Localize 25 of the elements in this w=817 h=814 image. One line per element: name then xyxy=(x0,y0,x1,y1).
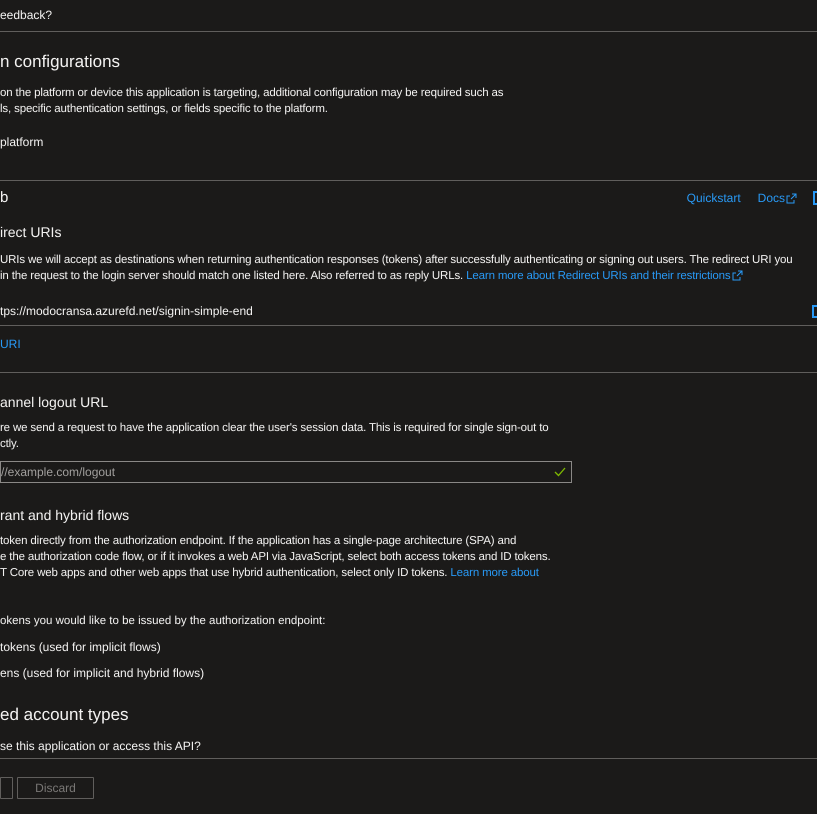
quickstart-link[interactable]: Quickstart xyxy=(686,190,741,206)
subsection-title: irect URIs xyxy=(0,224,62,240)
external-link-icon xyxy=(732,270,742,282)
docs-link[interactable]: Docs xyxy=(758,190,797,206)
add-platform-button[interactable]: platform xyxy=(0,134,44,150)
redirect-uri-text: tps://modocransa.azurefd.net/signin-simple-end xyxy=(0,303,254,319)
section-title: n configurations xyxy=(0,51,122,73)
logout-url-field[interactable]: //example.com/logout xyxy=(0,461,572,483)
description-text: re we send a request to have the application clear the user's session data. This is required for single sign-out to ctly. xyxy=(0,421,549,452)
platform-title: b xyxy=(0,190,8,206)
token-option-label[interactable]: ens (used for implicit and hybrid flows) xyxy=(0,665,204,681)
question-text: se this application or access this API? xyxy=(0,738,202,754)
add-uri-link[interactable]: URI xyxy=(0,336,21,352)
learn-more-link[interactable]: Learn more about xyxy=(450,567,539,579)
prompt-text: okens you would like to be issued by the authorization endpoint: xyxy=(0,614,326,629)
description-text: token directly from the authorization endpoint. If the application has a single-page architecture (SPA) and e the authorization code flow, or if it invokes a web API via JavaScript, select both access tokens and ID tokens. T Core web apps and other web apps that use hybrid authentication, select only ID tokens. Learn more about xyxy=(0,534,551,581)
external-link-icon xyxy=(786,192,797,204)
description-text: URIs we will accept as destinations when returning authentication responses (tokens) after successfully authenticating or signing out users. The redirect URI you in the request to the login server should match one listed here. Also referred to as reply URLs. Learn more about Redirect URIs and their restrictions xyxy=(0,253,793,284)
learn-more-link[interactable]: Learn more about Redirect URIs and their restrictions xyxy=(466,270,742,282)
subsection-title: annel logout URL xyxy=(0,394,110,410)
feedback-text: eedback? xyxy=(0,7,54,24)
description-text: on the platform or device this application is targeting, additional configuration may be required such as ls, specific authentication settings, or fields specific to the platform. xyxy=(0,86,504,117)
token-option-label[interactable]: tokens (used for implicit flows) xyxy=(0,639,161,655)
section-title: ed account types xyxy=(0,704,130,726)
subsection-title: rant and hybrid flows xyxy=(0,507,130,523)
